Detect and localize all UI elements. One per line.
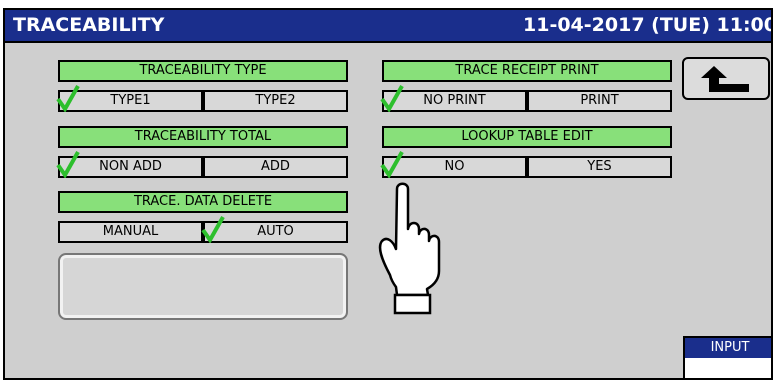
traceability-type-header: TRACEABILITY TYPE <box>58 60 348 82</box>
back-button[interactable] <box>682 57 770 100</box>
auto-button[interactable]: AUTO <box>201 216 348 243</box>
add-button[interactable]: ADD <box>203 156 348 178</box>
auto-label: AUTO <box>257 224 294 239</box>
page-title: TRACEABILITY <box>13 14 165 36</box>
type1-label: TYPE1 <box>110 93 151 108</box>
trace-receipt-print-header: TRACE RECEIPT PRINT <box>382 60 672 82</box>
blank-panel <box>58 253 348 320</box>
print-label: PRINT <box>580 93 619 108</box>
check-icon <box>56 151 80 178</box>
trace-data-delete-header: TRACE. DATA DELETE <box>58 191 348 213</box>
non-add-label: NON ADD <box>99 159 162 174</box>
title-bar: TRACEABILITY 11-04-2017 (TUE) 11:00 <box>5 10 771 43</box>
lookup-table-edit-header: LOOKUP TABLE EDIT <box>382 126 672 148</box>
check-icon <box>380 85 404 112</box>
manual-button[interactable]: MANUAL <box>58 221 203 243</box>
check-icon <box>201 216 225 243</box>
check-icon <box>56 85 80 112</box>
no-print-button[interactable]: NO PRINT <box>380 85 527 112</box>
no-label: NO <box>444 159 465 174</box>
print-button[interactable]: PRINT <box>527 90 672 112</box>
no-print-label: NO PRINT <box>423 93 486 108</box>
type1-button[interactable]: TYPE1 <box>56 85 203 112</box>
type2-button[interactable]: TYPE2 <box>203 90 348 112</box>
traceability-total-header: TRACEABILITY TOTAL <box>58 126 348 148</box>
pointing-hand-icon <box>378 182 441 315</box>
type2-label: TYPE2 <box>255 93 296 108</box>
yes-label: YES <box>587 159 612 174</box>
input-mode-label: INPUT <box>685 338 771 358</box>
add-label: ADD <box>261 159 290 174</box>
input-mode-indicator: INPUT <box>683 336 771 378</box>
check-icon <box>380 151 404 178</box>
yes-button[interactable]: YES <box>527 156 672 178</box>
manual-label: MANUAL <box>102 224 159 239</box>
back-arrow-icon <box>701 66 749 92</box>
date-time: 11-04-2017 (TUE) 11:00 <box>523 14 773 36</box>
non-add-button[interactable]: NON ADD <box>56 151 203 178</box>
